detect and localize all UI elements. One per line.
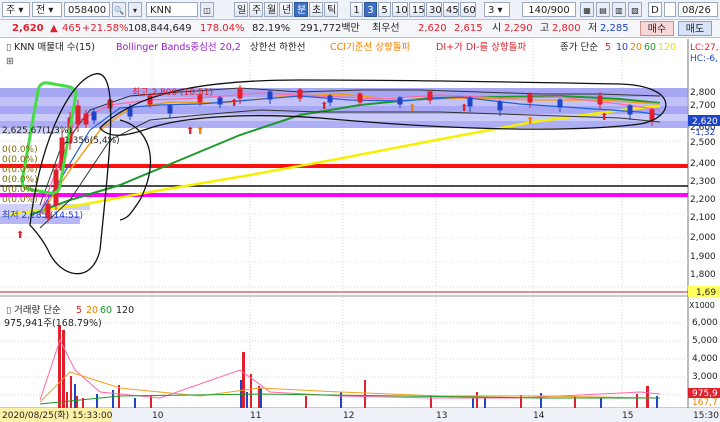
chart-canvas[interactable]: ⬆ ⬆ ⬆ ⬆ ⬆ ⬆ ⬆ ⬆ ⬆ 2,800 2,700 2,500 2,40… (0, 0, 720, 422)
zero-label: 0(0.0%) (2, 195, 38, 205)
vol-tick-5000: 5,000 (692, 336, 718, 346)
buy-arrow-icon: ⬆ (186, 126, 194, 137)
x-tick-15: 15 (622, 411, 633, 421)
last-price-badge: 2,620 (692, 117, 718, 127)
y-tick-2200: 2,200 (690, 195, 716, 205)
legend-ma-120[interactable]: 120 (658, 42, 676, 53)
time-cursor-label: 2020/08/25(화) 15:33:00 (2, 410, 113, 421)
vol-ma-60[interactable]: 60 (100, 305, 112, 316)
y-tick-2300: 2,300 (690, 177, 716, 187)
buy-arrow-icon: ⬆ (230, 98, 238, 109)
vol-last-badge-2: 167,7 (692, 398, 718, 408)
legend-bollinger[interactable]: Bollinger Bands중심선 20,2 (116, 42, 241, 53)
high-annotation: 최고 2,800 (10:51) (132, 87, 213, 98)
legend-cci[interactable]: CCI기준선 상향돌파 (330, 41, 411, 53)
y-tick-2800: 2,800 (690, 88, 716, 98)
x-tick-right: 15:30 (693, 411, 719, 421)
vol-tick-6000: 6,000 (692, 318, 718, 328)
x-tick-14: 14 (533, 411, 545, 421)
legend-ma-60[interactable]: 60 (644, 42, 656, 53)
y-tick-1900: 1,900 (690, 252, 716, 262)
x-tick-10: 10 (152, 411, 164, 421)
buy-arrow-icon: ⬆ (16, 230, 24, 241)
y-tick-2500: 2,500 (690, 138, 716, 148)
buy-arrow-icon: ⬆ (320, 101, 328, 112)
legend-ma-5[interactable]: 5 (605, 42, 611, 53)
zero-label: 0(0.0%) (2, 185, 38, 195)
buy-arrow-icon: ⬆ (196, 126, 204, 137)
magenta-level-line (0, 193, 688, 197)
vp-mid-label: 1,356(5,4%) (64, 136, 120, 146)
x-tick-11: 11 (250, 411, 261, 421)
buy-arrow-icon: ⬆ (408, 103, 416, 114)
low-annotation: 최저 2,285 (14:51) (2, 210, 83, 221)
y-tick-2400: 2,400 (690, 159, 716, 169)
buy-arrow-icon: ⬆ (526, 116, 534, 127)
zero-label: 0(0.0%) (2, 145, 38, 155)
legend-ma-20[interactable]: 20 (630, 42, 642, 53)
hc-label: HC:-6, (690, 54, 718, 64)
vol-ma-120[interactable]: 120 (116, 305, 134, 316)
zero-label: 0(0.0%) (2, 175, 38, 185)
vol-ma-5[interactable]: 5 (76, 305, 82, 316)
right-edge-label: 1,69 (696, 288, 716, 298)
vol-unit-label: X1000 (689, 301, 715, 310)
legend-ma-10[interactable]: 10 (616, 42, 628, 53)
volume-legend-label[interactable]: 거래량 단순 (14, 304, 61, 316)
y-tick-2100: 2,100 (690, 213, 716, 223)
buy-arrow-icon: ⬆ (460, 103, 468, 114)
legend-ma-label[interactable]: 종가 단순 (560, 42, 598, 53)
volume-value-label: 975,941주(168.79%) (4, 318, 102, 329)
zero-label: 0(0.0%) (2, 155, 38, 165)
volume-panel-icon[interactable]: ▯ (6, 305, 11, 316)
panel-settings-icon[interactable]: ⊞ (6, 56, 14, 67)
vp-top-label: 2,625,67(1,3%) (2, 126, 72, 136)
lc-label: LC:27, (690, 43, 719, 53)
vol-tick-3000: 3,000 (692, 372, 718, 382)
y-tick-2000: 2,000 (690, 233, 716, 243)
collapse-icon[interactable]: ▯ (6, 42, 11, 53)
buy-arrow-icon: ⬆ (600, 112, 608, 123)
zero-label: 0(0.0%) (2, 165, 38, 175)
legend-upper-lower[interactable]: 상한선 하한선 (250, 41, 305, 53)
x-tick-13: 13 (436, 411, 447, 421)
legend-knn-volume-profile[interactable]: KNN 매물대 수(15) (14, 42, 95, 53)
vol-ma-20[interactable]: 20 (86, 305, 98, 316)
red-support-line (0, 164, 688, 168)
y-tick-1800: 1,800 (690, 270, 716, 280)
y-tick-2700: 2,700 (690, 101, 716, 111)
vol-tick-4000: 4,000 (692, 354, 718, 364)
legend-di[interactable]: DI+가 DI-를 상향돌파 (436, 41, 526, 53)
last-change-badge: -1,32 (692, 128, 715, 138)
x-tick-12: 12 (343, 411, 354, 421)
